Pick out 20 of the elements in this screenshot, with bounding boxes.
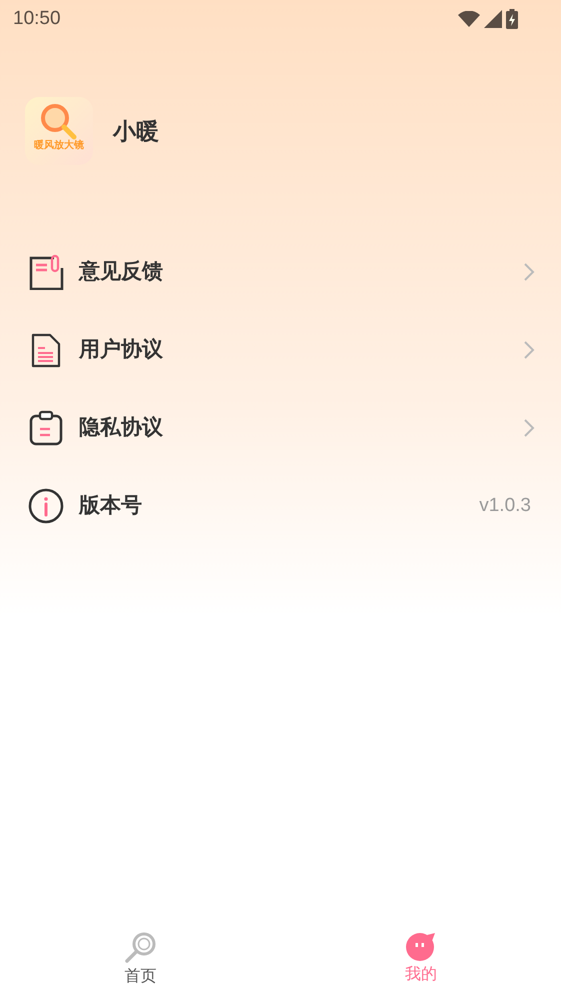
clipboard-icon <box>28 410 64 446</box>
chevron-right-icon <box>523 418 535 438</box>
face-bubble-icon <box>404 931 437 961</box>
feedback-form-icon <box>28 254 64 290</box>
menu-label[interactable]: 隐私协议 <box>79 412 163 444</box>
battery-icon <box>506 9 518 29</box>
menu-label[interactable]: 意见反馈 <box>79 256 163 288</box>
magnifier-icon <box>123 931 158 963</box>
app-icon-caption: 暖风放大镜 <box>34 141 84 151</box>
version-number: v1.0.3 <box>479 494 532 518</box>
menu-label[interactable]: 用户协议 <box>79 334 163 366</box>
info-icon <box>28 488 64 524</box>
wifi-icon <box>458 11 480 27</box>
chevron-right-icon <box>523 262 535 282</box>
user-name: 小暖 <box>113 116 159 146</box>
status-time: 10:50 <box>13 6 61 31</box>
signal-icon <box>484 10 502 28</box>
menu-label[interactable]: 版本号 <box>79 490 142 522</box>
tab-bar-item[interactable]: 首页 <box>0 919 280 989</box>
chevron-right-icon <box>523 340 535 360</box>
